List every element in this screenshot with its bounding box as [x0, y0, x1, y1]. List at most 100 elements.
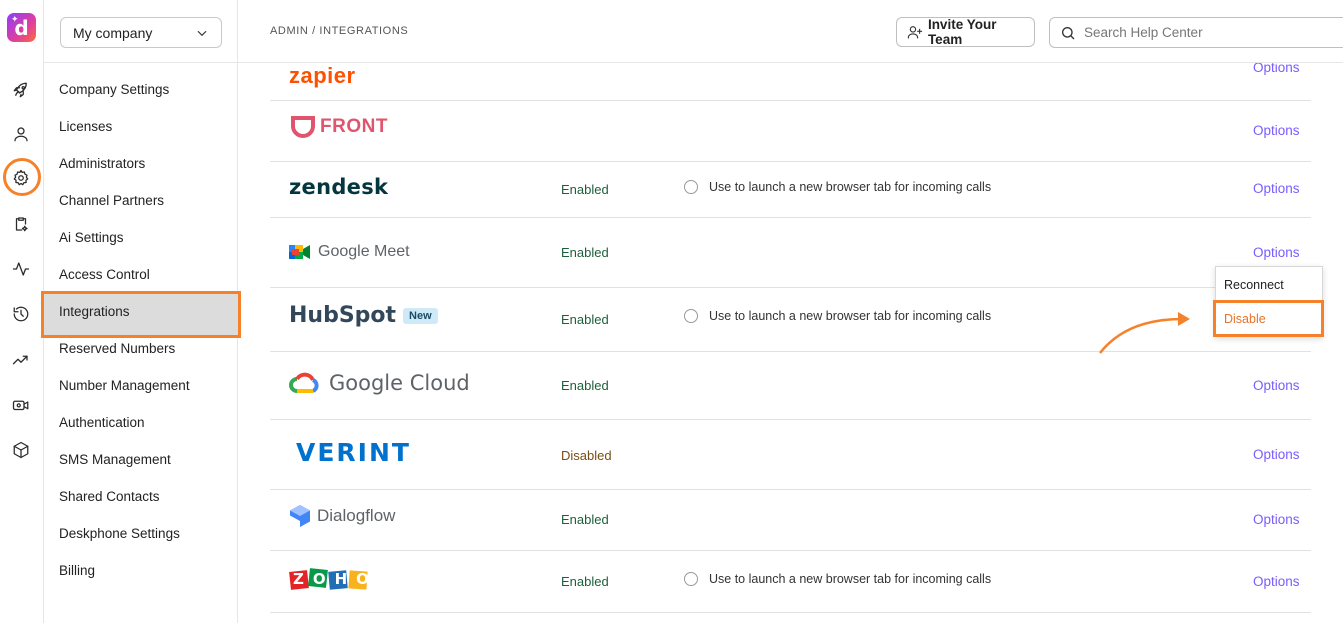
launch-radio[interactable]	[684, 309, 698, 323]
launch-option-label: Use to launch a new browser tab for inco…	[709, 309, 992, 323]
launch-browser-tab-option[interactable]: Use to launch a new browser tab for inco…	[684, 309, 991, 323]
sidebar-item-label: Deskphone Settings	[59, 526, 180, 541]
activity-icon[interactable]	[10, 258, 32, 280]
integration-name: Dialogflow	[317, 506, 396, 525]
front-mark-icon	[291, 116, 315, 138]
integration-row-google-meet: Google Meet Enabled Options	[270, 218, 1311, 288]
sidebar-item-label: Company Settings	[59, 82, 170, 97]
options-link[interactable]: Options	[1253, 447, 1300, 462]
integration-name: VERINT	[296, 438, 411, 467]
menu-item-disable[interactable]: Disable	[1224, 312, 1266, 326]
options-link[interactable]: Options	[1253, 378, 1300, 393]
sidebar-item-integrations[interactable]: Integrations	[41, 291, 241, 338]
sidebar-item-licenses[interactable]: Licenses	[44, 108, 238, 145]
sidebar-item-label: Licenses	[59, 119, 113, 134]
integration-name: HubSpot	[289, 303, 396, 328]
options-link[interactable]: Options	[1253, 512, 1300, 527]
clipboard-sparkle-icon[interactable]	[10, 213, 32, 235]
invite-team-button[interactable]: Invite Your Team	[896, 17, 1035, 47]
status-badge: Enabled	[561, 378, 609, 393]
sidebar-item-label: Ai Settings	[59, 230, 124, 245]
history-icon[interactable]	[10, 303, 32, 325]
cube-icon[interactable]	[10, 439, 32, 461]
sparkle-icon: ✦	[11, 15, 19, 25]
options-link[interactable]: Options	[1253, 123, 1300, 138]
integration-name: FRONT	[320, 116, 388, 137]
sidebar-item-authentication[interactable]: Authentication	[44, 404, 238, 441]
sidebar-item-channel-partners[interactable]: Channel Partners	[44, 182, 238, 219]
verint-logo: VERINT	[296, 438, 411, 467]
sidebar-item-reserved-numbers[interactable]: Reserved Numbers	[44, 330, 238, 367]
new-badge: New	[403, 307, 438, 324]
status-badge: Enabled	[561, 182, 609, 197]
chevron-down-icon	[195, 26, 209, 40]
gear-icon[interactable]	[10, 167, 32, 189]
options-link[interactable]: Options	[1253, 245, 1300, 260]
integration-name: ZOHO	[293, 570, 378, 588]
integration-name: zapier	[289, 63, 356, 88]
rocket-icon[interactable]	[10, 79, 32, 101]
sidebar-item-label: Access Control	[59, 267, 150, 282]
integration-row-zapier: zapier Options	[270, 63, 1311, 101]
status-badge: Enabled	[561, 245, 609, 260]
settings-nav: Company Settings Licenses Administrators…	[41, 71, 241, 589]
launch-option-label: Use to launch a new browser tab for inco…	[709, 572, 992, 586]
sidebar-item-label: Integrations	[59, 304, 130, 319]
sidebar-item-administrators[interactable]: Administrators	[44, 145, 238, 182]
sidebar-item-access-control[interactable]: Access Control	[44, 256, 238, 293]
app-logo[interactable]: ✦ d	[7, 13, 36, 42]
integration-row-dialogflow: Dialogflow Enabled Options	[270, 490, 1311, 551]
annotation-arrow-icon	[1099, 312, 1190, 354]
sidebar-item-label: Number Management	[59, 378, 190, 393]
status-badge: Disabled	[561, 448, 612, 463]
launch-radio[interactable]	[684, 572, 698, 586]
user-plus-icon	[907, 26, 923, 39]
menu-item-reconnect[interactable]: Reconnect	[1224, 278, 1284, 292]
options-link[interactable]: Options	[1253, 181, 1300, 196]
invite-team-label: Invite Your Team	[927, 17, 997, 47]
google-meet-logo: Google Meet	[289, 243, 410, 261]
settings-sidebar: My company Company Settings Licenses Adm…	[41, 0, 241, 623]
options-link[interactable]: Options	[1253, 574, 1300, 589]
google-cloud-icon	[289, 372, 319, 393]
search-input[interactable]	[1084, 25, 1334, 40]
integration-row-verint: VERINT Disabled Options	[270, 420, 1311, 490]
sidebar-item-sms-management[interactable]: SMS Management	[44, 441, 238, 478]
integration-name: zendesk	[289, 175, 389, 199]
sidebar-item-billing[interactable]: Billing	[44, 552, 238, 589]
options-link[interactable]: Options	[1253, 63, 1300, 75]
google-cloud-logo: Google Cloud	[289, 371, 470, 395]
search-icon	[1062, 26, 1075, 39]
integration-row-zendesk: zendesk Enabled Use to launch a new brow…	[270, 162, 1311, 218]
integration-row-google-cloud: Google Cloud Enabled Options	[270, 352, 1311, 420]
company-select[interactable]: My company	[60, 17, 222, 48]
sidebar-item-label: Channel Partners	[59, 193, 165, 208]
help-search[interactable]	[1049, 17, 1343, 48]
breadcrumb: ADMIN / INTEGRATIONS	[270, 25, 409, 37]
video-settings-icon[interactable]	[10, 394, 32, 416]
sidebar-item-label: Billing	[59, 563, 96, 578]
trending-icon[interactable]	[10, 349, 32, 371]
sidebar-item-ai-settings[interactable]: Ai Settings	[44, 219, 238, 256]
sidebar-item-label: Authentication	[59, 415, 145, 430]
launch-radio[interactable]	[684, 180, 698, 194]
launch-browser-tab-option[interactable]: Use to launch a new browser tab for inco…	[684, 572, 991, 586]
status-badge: Enabled	[561, 574, 609, 589]
dialogflow-logo: Dialogflow	[289, 504, 395, 528]
hubspot-options-menu: Reconnect Disable	[1213, 266, 1324, 337]
user-icon[interactable]	[10, 123, 32, 145]
status-badge: Enabled	[561, 512, 609, 527]
launch-option-label: Use to launch a new browser tab for inco…	[709, 180, 992, 194]
sidebar-item-shared-contacts[interactable]: Shared Contacts	[44, 478, 238, 515]
integration-row-zoho: ZOHO Enabled Use to launch a new browser…	[270, 551, 1311, 613]
company-select-value: My company	[73, 24, 153, 41]
launch-browser-tab-option[interactable]: Use to launch a new browser tab for inco…	[684, 180, 991, 194]
integration-name: Google Cloud	[329, 371, 470, 395]
sidebar-item-number-management[interactable]: Number Management	[44, 367, 238, 404]
front-logo: FRONT	[289, 114, 388, 140]
status-badge: Enabled	[561, 312, 609, 327]
zendesk-logo: zendesk	[289, 175, 388, 199]
sidebar-item-company-settings[interactable]: Company Settings	[44, 71, 238, 108]
sidebar-header: My company	[44, 0, 238, 63]
sidebar-item-deskphone-settings[interactable]: Deskphone Settings	[44, 515, 238, 552]
